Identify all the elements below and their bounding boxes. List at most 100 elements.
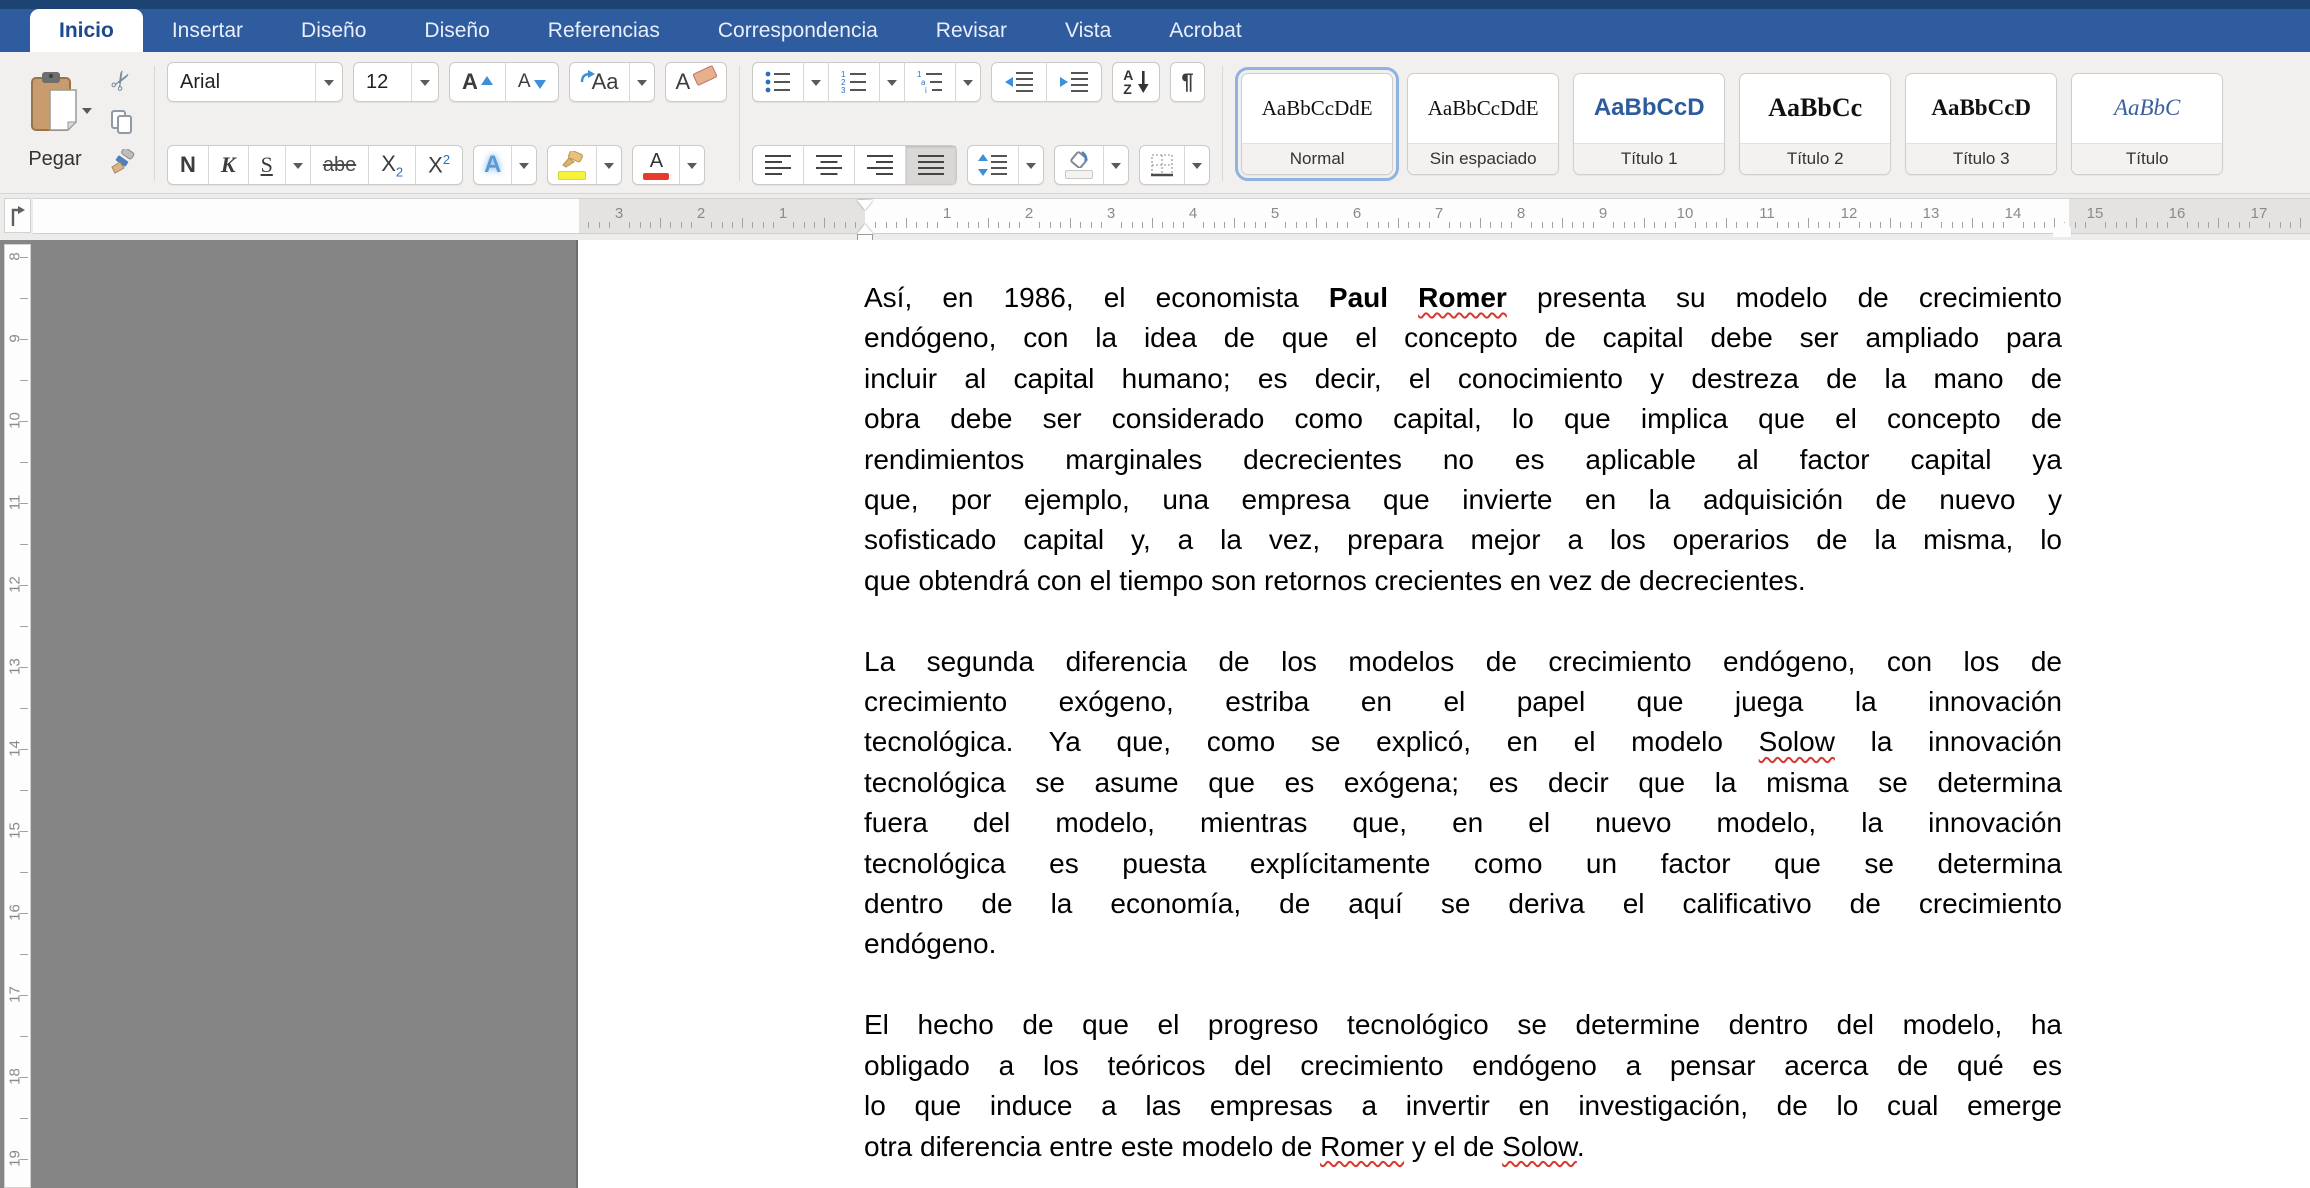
bullets-button[interactable]: [753, 63, 804, 101]
text-effects-button[interactable]: A: [474, 146, 512, 184]
borders-dropdown-arrow[interactable]: [1185, 146, 1209, 184]
horizontal-ruler[interactable]: 3211234567891011121314151617: [33, 198, 2310, 234]
font-family-dropdown-arrow[interactable]: [315, 63, 342, 101]
text-line[interactable]: El hecho de que el progreso tecnológico …: [864, 1005, 2062, 1045]
font-color-button[interactable]: A: [633, 146, 680, 184]
tab-acrobat-8[interactable]: Acrobat: [1140, 9, 1270, 52]
text-line[interactable]: lo que induce a las empresas a invertir …: [864, 1086, 2062, 1126]
ruler-tick: [2034, 222, 2035, 228]
style-chip-título-1[interactable]: AaBbCcDTítulo 1: [1573, 73, 1725, 175]
font-size-dropdown-arrow[interactable]: [411, 63, 438, 101]
text-line[interactable]: crecimiento exógeno, estriba en el papel…: [864, 682, 2062, 722]
ruler-tick: [1347, 222, 1348, 228]
highlight-dropdown-arrow[interactable]: [597, 146, 621, 184]
text-line[interactable]: endógeno.: [864, 924, 2062, 964]
underline-dropdown-arrow[interactable]: [286, 146, 311, 184]
text-effects-dropdown-arrow[interactable]: [512, 146, 536, 184]
align-center-button[interactable]: [804, 146, 855, 184]
text-line[interactable]: Así, en 1986, el economista Paul Romer p…: [864, 278, 2062, 318]
text-line[interactable]: tecnológica. Ya que, como se explicó, en…: [864, 722, 2062, 762]
change-case-dropdown-arrow[interactable]: [630, 63, 654, 101]
style-chip-normal[interactable]: AaBbCcDdENormal: [1241, 73, 1393, 175]
tab-referencias-4[interactable]: Referencias: [519, 9, 689, 52]
copy-button[interactable]: [102, 103, 142, 141]
italic-button[interactable]: K: [209, 146, 249, 184]
line-spacing-button[interactable]: [968, 146, 1019, 184]
document-text[interactable]: Así, en 1986, el economista Paul Romer p…: [864, 278, 2062, 1188]
font-family-select[interactable]: Arial: [167, 62, 343, 102]
paste-button[interactable]: [16, 60, 94, 146]
shrink-font-button[interactable]: A: [506, 63, 558, 101]
text-line[interactable]: que obtendrá con el tiempo son retornos …: [864, 561, 2062, 601]
strikethrough-button[interactable]: abe: [311, 146, 369, 184]
tab-correspondencia-5[interactable]: Correspondencia: [689, 9, 907, 52]
ruler-tick: [1470, 222, 1471, 228]
text-line[interactable]: obligado a los teóricos del crecimiento …: [864, 1046, 2062, 1086]
ruler-number: 1: [932, 205, 962, 222]
align-right-button[interactable]: [855, 146, 906, 184]
style-chip-título-3[interactable]: AaBbCcDTítulo 3: [1905, 73, 2057, 175]
show-paragraph-marks-button[interactable]: ¶: [1170, 62, 1204, 102]
numbering-dropdown-arrow[interactable]: [880, 63, 905, 101]
line-spacing-dropdown-arrow[interactable]: [1019, 146, 1043, 184]
tab-selector-button[interactable]: [4, 198, 31, 233]
numbering-button[interactable]: 1 2 3: [829, 63, 880, 101]
paste-dropdown-arrow[interactable]: [82, 108, 92, 119]
increase-indent-button[interactable]: [1047, 63, 1101, 101]
tab-inicio-0[interactable]: Inicio: [30, 9, 143, 52]
text-line[interactable]: obra debe ser considerado como capital, …: [864, 399, 2062, 439]
ruler-tick: [1388, 222, 1389, 228]
document-page[interactable]: Así, en 1986, el economista Paul Romer p…: [578, 240, 2310, 1188]
subscript-button[interactable]: X2: [369, 146, 416, 184]
ruler-tick: [1449, 222, 1450, 228]
tab-insertar-1[interactable]: Insertar: [143, 9, 272, 52]
text-line[interactable]: tecnológica se asume que es exógena; es …: [864, 763, 2062, 803]
justify-button[interactable]: [906, 146, 956, 184]
hanging-indent-marker[interactable]: [857, 216, 873, 234]
sort-button[interactable]: AZ: [1112, 62, 1160, 102]
text-line[interactable]: endógeno, con la idea de que el concepto…: [864, 318, 2062, 358]
clear-formatting-button[interactable]: A: [665, 62, 728, 102]
bold-button[interactable]: N: [168, 146, 209, 184]
shading-dropdown-arrow[interactable]: [1104, 146, 1128, 184]
ruler-tick: [1121, 222, 1122, 228]
style-chip-título-2[interactable]: AaBbCcTítulo 2: [1739, 73, 1891, 175]
text-line[interactable]: La segunda diferencia de los modelos de …: [864, 642, 2062, 682]
multilevel-list-button[interactable]: 1 a i: [905, 63, 956, 101]
text-line[interactable]: sofisticado capital y, a la vez, prepara…: [864, 520, 2062, 560]
shading-button[interactable]: [1055, 146, 1104, 184]
cut-button[interactable]: ✂: [102, 62, 142, 100]
bullets-dropdown-arrow[interactable]: [804, 63, 829, 101]
tab-revisar-6[interactable]: Revisar: [907, 9, 1036, 52]
grow-font-button[interactable]: A: [450, 63, 506, 101]
text-line[interactable]: dentro de la economía, de aquí se deriva…: [864, 884, 2062, 924]
superscript-button[interactable]: X2: [416, 146, 462, 184]
tab-diseño-2[interactable]: Diseño: [272, 9, 395, 52]
text-line[interactable]: incluir al capital humano; es decir, el …: [864, 359, 2062, 399]
style-chip-sin-espaciado[interactable]: AaBbCcDdESin espaciado: [1407, 73, 1559, 175]
text-line[interactable]: fuera del modelo, mientras que, en el nu…: [864, 803, 2062, 843]
ruler-tick: [1234, 218, 1235, 228]
text-line[interactable]: otra diferencia entre este modelo de Rom…: [864, 1127, 2062, 1167]
font-color-dropdown-arrow[interactable]: [680, 146, 704, 184]
style-chip-título[interactable]: AaBbCTítulo: [2071, 73, 2223, 175]
vertical-ruler[interactable]: 8910111213141516171819: [4, 244, 31, 1188]
tab-vista-7[interactable]: Vista: [1036, 9, 1140, 52]
change-case-button[interactable]: Aa: [570, 63, 630, 101]
ruler-tick: [1203, 222, 1204, 228]
multilevel-dropdown-arrow[interactable]: [956, 63, 980, 101]
text-line[interactable]: rendimientos marginales decrecientes no …: [864, 440, 2062, 480]
highlight-button[interactable]: [548, 146, 597, 184]
font-size-select[interactable]: 12: [353, 62, 439, 102]
format-painter-button[interactable]: [102, 143, 142, 181]
text-line[interactable]: tecnológica es puesta explícitamente com…: [864, 844, 2062, 884]
ruler-tick: [1019, 222, 1020, 228]
borders-button[interactable]: [1140, 146, 1185, 184]
align-left-button[interactable]: [753, 146, 804, 184]
ruler-number: 11: [7, 490, 24, 516]
tab-diseño-3[interactable]: Diseño: [395, 9, 518, 52]
align-left-icon: [765, 154, 791, 176]
underline-button[interactable]: S: [249, 146, 286, 184]
decrease-indent-button[interactable]: [992, 63, 1047, 101]
text-line[interactable]: que, por ejemplo, una empresa que invier…: [864, 480, 2062, 520]
